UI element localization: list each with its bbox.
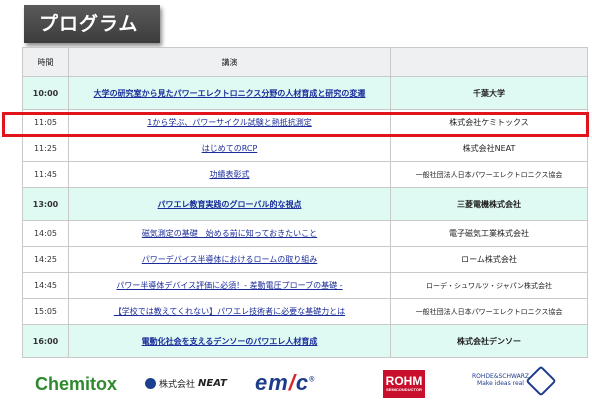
talk-link[interactable]: パワエレ教育実践のグローバル的な視点 bbox=[158, 200, 302, 209]
highlight-frame bbox=[2, 112, 589, 137]
row-time: 13:00 bbox=[22, 187, 69, 221]
talk-link[interactable]: パワーデバイス半導体におけるロームの取り組み bbox=[142, 255, 318, 264]
emc-reg: ® bbox=[309, 376, 316, 384]
talk-link[interactable]: 電動化社会を支えるデンソーのパワエレ人材育成 bbox=[142, 337, 318, 346]
page-title: プログラム bbox=[24, 5, 160, 43]
neat-prefix: 株式会社 bbox=[159, 380, 196, 390]
row-talk-cell: 電動化社会を支えるデンソーのパワエレ人材育成 bbox=[68, 324, 391, 358]
row-org: 株式会社デンソー bbox=[390, 324, 588, 358]
table-row: 11:25 はじめてのRCP 株式会社NEAT bbox=[22, 135, 588, 162]
row-talk-cell: 功績表彰式 bbox=[68, 161, 391, 188]
rohm-logo: ROHM SEMICONDUCTOR bbox=[383, 370, 425, 398]
row-time: 14:05 bbox=[22, 220, 69, 247]
rohm-name: ROHM bbox=[385, 374, 423, 388]
rs-name: ROHDE&SCHWARZ bbox=[472, 373, 529, 380]
row-time: 14:25 bbox=[22, 246, 69, 273]
row-talk-cell: パワーデバイス半導体におけるロームの取り組み bbox=[68, 246, 391, 273]
row-time: 11:45 bbox=[22, 161, 69, 188]
talk-link[interactable]: パワー半導体デバイス評価に必須！- 差動電圧プローブの基礎 - bbox=[116, 281, 342, 290]
table-header: 時間 講演 bbox=[22, 47, 588, 77]
table-row: 14:45 パワー半導体デバイス評価に必須！- 差動電圧プローブの基礎 - ローデ・… bbox=[22, 272, 588, 299]
rs-sub: Make ideas real bbox=[477, 380, 524, 387]
row-talk-cell: パワー半導体デバイス評価に必須！- 差動電圧プローブの基礎 - bbox=[68, 272, 391, 299]
rohm-sub: SEMICONDUCTOR bbox=[386, 387, 422, 392]
header-talk: 講演 bbox=[68, 47, 391, 77]
row-talk-cell: はじめてのRCP bbox=[68, 135, 391, 162]
talk-link[interactable]: 磁気測定の基礎 始める前に知っておきたいこと bbox=[142, 229, 317, 238]
header-time: 時間 bbox=[22, 47, 69, 77]
row-time: 16:00 bbox=[22, 324, 69, 358]
neat-logo: 株式会社 NEAT bbox=[145, 377, 227, 390]
row-org: ローム株式会社 bbox=[390, 246, 588, 273]
emc-left: em bbox=[255, 370, 289, 395]
row-time: 14:45 bbox=[22, 272, 69, 299]
row-talk-cell: パワエレ教育実践のグローバル的な視点 bbox=[68, 187, 391, 221]
table-row: 14:05 磁気測定の基礎 始める前に知っておきたいこと 電子磁気工業株式会社 bbox=[22, 220, 588, 247]
neat-name: NEAT bbox=[198, 378, 227, 389]
chemitox-logo: Chemitox bbox=[35, 374, 118, 394]
table-row: 15:05 【学校では教えてくれない】パワエレ技術者に必要な基礎力とは 一般社団法人… bbox=[22, 298, 588, 325]
neat-mark-icon bbox=[145, 378, 156, 389]
emc-slash: / bbox=[288, 370, 296, 395]
row-talk-cell: 【学校では教えてくれない】パワエレ技術者に必要な基礎力とは bbox=[68, 298, 391, 325]
talk-link[interactable]: 大学の研究室から見たパワーエレクトロニクス分野の人材育成と研究の変遷 bbox=[94, 89, 366, 98]
table-row: 10:00 大学の研究室から見たパワーエレクトロニクス分野の人材育成と研究の変遷 千… bbox=[22, 76, 588, 110]
table-row: 11:45 功績表彰式 一般社団法人日本パワーエレクトロニクス協会 bbox=[22, 161, 588, 188]
sponsor-logos: Chemitox 株式会社 NEAT em/c® ROHM SEMICONDUC… bbox=[0, 364, 592, 403]
row-org: 株式会社NEAT bbox=[390, 135, 588, 162]
talk-link[interactable]: はじめてのRCP bbox=[202, 144, 258, 153]
row-talk-cell: 磁気測定の基礎 始める前に知っておきたいこと bbox=[68, 220, 391, 247]
header-org bbox=[390, 47, 588, 77]
row-org: 電子磁気工業株式会社 bbox=[390, 220, 588, 247]
row-org: ローデ・シュワルツ・ジャパン株式会社 bbox=[390, 272, 588, 299]
rohde-schwarz-logo: ROHDE&SCHWARZ Make ideas real bbox=[472, 373, 529, 387]
program-table: 時間 講演 10:00 大学の研究室から見たパワーエレクトロニクス分野の人材育成と… bbox=[22, 47, 588, 358]
row-time: 11:25 bbox=[22, 135, 69, 162]
emc-logo: em/c® bbox=[255, 370, 315, 396]
emc-right: c bbox=[295, 370, 310, 395]
table-row: 14:25 パワーデバイス半導体におけるロームの取り組み ローム株式会社 bbox=[22, 246, 588, 273]
row-org: 一般社団法人日本パワーエレクトロニクス協会 bbox=[390, 161, 588, 188]
talk-link[interactable]: 功績表彰式 bbox=[210, 170, 250, 179]
row-time: 15:05 bbox=[22, 298, 69, 325]
row-org: 千葉大学 bbox=[390, 76, 588, 110]
table-row: 13:00 パワエレ教育実践のグローバル的な視点 三菱電機株式会社 bbox=[22, 187, 588, 221]
row-time: 10:00 bbox=[22, 76, 69, 110]
talk-link[interactable]: 【学校では教えてくれない】パワエレ技術者に必要な基礎力とは bbox=[114, 307, 345, 316]
row-org: 一般社団法人日本パワーエレクトロニクス協会 bbox=[390, 298, 588, 325]
rohde-schwarz-icon bbox=[525, 365, 557, 397]
row-talk-cell: 大学の研究室から見たパワーエレクトロニクス分野の人材育成と研究の変遷 bbox=[68, 76, 391, 110]
row-org: 三菱電機株式会社 bbox=[390, 187, 588, 221]
table-row: 16:00 電動化社会を支えるデンソーのパワエレ人材育成 株式会社デンソー bbox=[22, 324, 588, 358]
